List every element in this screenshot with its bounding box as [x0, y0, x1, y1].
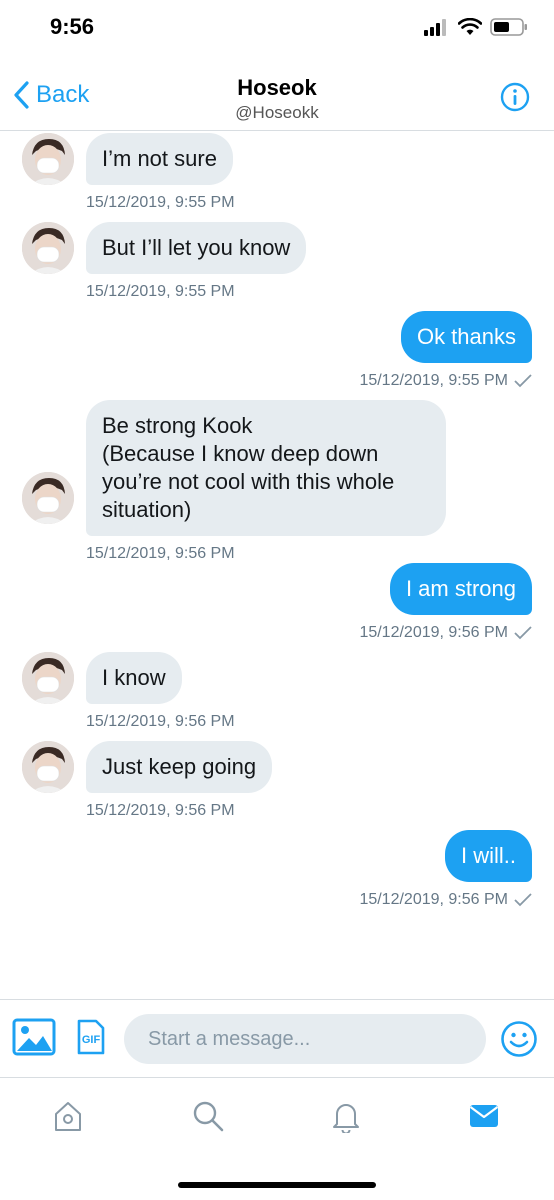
outgoing-message-bubble[interactable]: I will..	[445, 830, 532, 882]
gif-label: GIF	[82, 1034, 101, 1046]
message-timestamp: 15/12/2019, 9:56 PM	[359, 624, 532, 642]
message-timestamp: 15/12/2019, 9:55 PM	[86, 283, 235, 300]
checkmark-icon	[514, 374, 532, 388]
incoming-message-bubble[interactable]: Just keep going	[86, 741, 273, 793]
emoji-icon[interactable]	[500, 1020, 538, 1058]
checkmark-icon	[514, 893, 532, 907]
message-composer: GIF	[0, 999, 554, 1077]
avatar[interactable]	[22, 472, 74, 524]
gif-button[interactable]: GIF	[76, 1018, 106, 1056]
checkmark-icon	[514, 626, 532, 640]
incoming-message-bubble[interactable]: I’m not sure	[86, 133, 233, 185]
avatar[interactable]	[22, 741, 74, 793]
message-timestamp: 15/12/2019, 9:55 PM	[86, 194, 235, 211]
message-input[interactable]	[124, 1014, 486, 1064]
incoming-message-bubble[interactable]: I know	[86, 652, 182, 704]
timestamp-text: 15/12/2019, 9:55 PM	[359, 372, 508, 389]
search-icon	[193, 1101, 224, 1132]
outgoing-message-bubble[interactable]: I am strong	[389, 563, 532, 615]
gif-icon: GIF	[77, 1019, 105, 1055]
tab-home[interactable]	[48, 1096, 88, 1136]
message-line: (Because I know deep down	[102, 441, 379, 466]
message-line: Be strong Kook	[102, 413, 253, 438]
status-time: 9:56	[50, 14, 95, 39]
battery-icon	[490, 18, 527, 36]
wifi-icon	[458, 18, 482, 35]
message-timestamp: 15/12/2019, 9:56 PM	[86, 545, 235, 562]
home-icon	[55, 1102, 81, 1131]
avatar-photo	[22, 222, 74, 274]
contact-name: Hoseok	[237, 75, 317, 100]
avatar[interactable]	[22, 652, 74, 704]
conversation-header: Back Hoseok @Hoseokk	[0, 60, 554, 131]
message-timestamp: 15/12/2019, 9:56 PM	[86, 802, 235, 819]
contact-handle: @Hoseokk	[235, 103, 319, 122]
avatar-photo	[22, 133, 74, 185]
timestamp-text: 15/12/2019, 9:56 PM	[359, 891, 508, 908]
message-line: you’re not cool with this whole	[102, 469, 395, 494]
avatar[interactable]	[22, 133, 74, 185]
message-timestamp: 15/12/2019, 9:56 PM	[86, 713, 235, 730]
signal-icon	[424, 19, 446, 36]
outgoing-message-bubble[interactable]: Ok thanks	[400, 311, 532, 363]
avatar-photo	[22, 652, 74, 704]
notifications-icon	[333, 1104, 359, 1133]
home-indicator	[178, 1182, 376, 1188]
info-icon[interactable]	[500, 82, 530, 112]
bottom-tab-bar	[0, 1077, 554, 1200]
message-timestamp: 15/12/2019, 9:56 PM	[359, 891, 532, 909]
incoming-message-bubble[interactable]: Be strong Kook (Because I know deep down…	[86, 400, 446, 536]
messages-icon	[469, 1105, 499, 1127]
image-icon[interactable]	[12, 1018, 56, 1056]
tab-search[interactable]	[188, 1096, 228, 1136]
status-bar: 9:56	[0, 0, 554, 60]
tab-messages[interactable]	[464, 1096, 504, 1136]
avatar[interactable]	[22, 222, 74, 274]
message-thread[interactable]: I’m not sure 15/12/2019, 9:55 PM But I’l…	[0, 131, 554, 999]
tab-notifications[interactable]	[326, 1096, 366, 1136]
timestamp-text: 15/12/2019, 9:56 PM	[359, 624, 508, 641]
message-timestamp: 15/12/2019, 9:55 PM	[359, 372, 532, 390]
incoming-message-bubble[interactable]: But I’ll let you know	[86, 222, 307, 274]
message-line: situation)	[102, 497, 192, 522]
avatar-photo	[22, 741, 74, 793]
status-icons	[424, 18, 528, 36]
avatar-photo	[22, 472, 74, 524]
